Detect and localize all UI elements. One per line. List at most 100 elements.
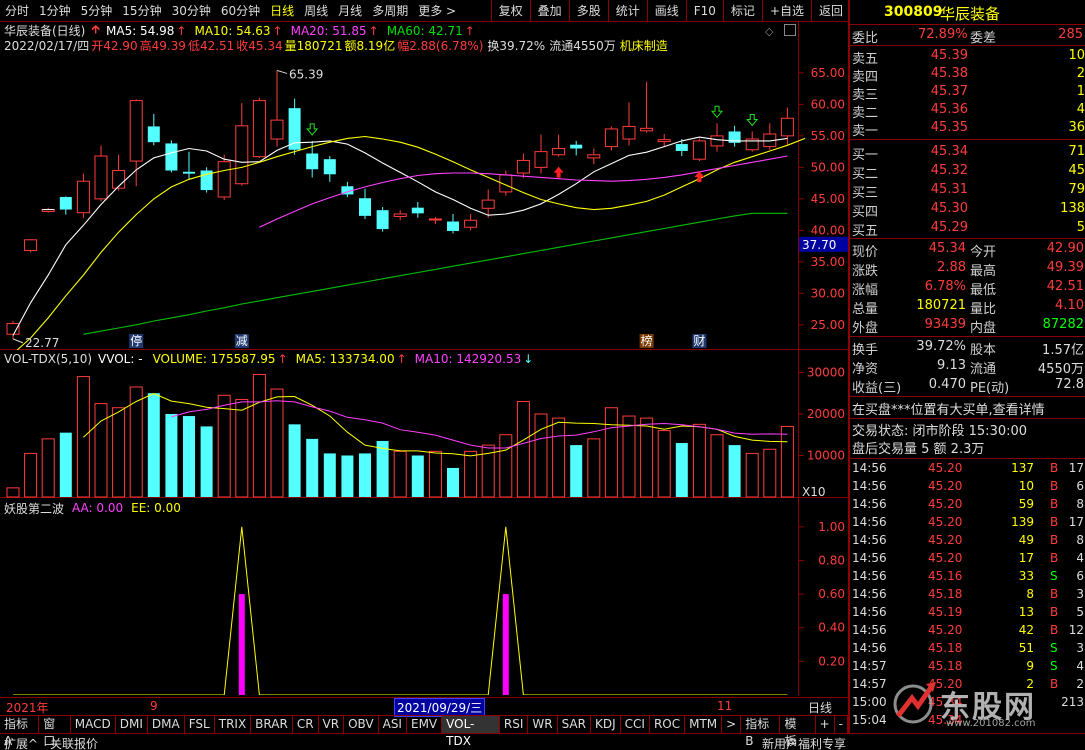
trade-side: B — [1050, 605, 1059, 619]
candle-body — [217, 161, 231, 198]
indicator-tab-22[interactable]: 指标B — [741, 716, 781, 748]
trade-side: B — [1050, 515, 1059, 529]
indicator-tab-11[interactable]: ASI — [379, 716, 407, 733]
trade-price: 45.20 — [928, 551, 963, 565]
trade-volume: 139 — [1011, 515, 1034, 529]
related-quotes-button[interactable]: 关联报价 — [50, 735, 98, 750]
time-axis: 2021年 9 2021/09/29/三 11 日线 — [0, 697, 848, 717]
toolbar-action-5[interactable]: F10 — [689, 0, 721, 22]
period-tab-10[interactable]: 更多 > — [413, 0, 461, 22]
sell-label: 卖一 — [852, 124, 879, 139]
period-tab-2[interactable]: 5分钟 — [76, 0, 118, 22]
toolbar-action-6[interactable]: 标记 — [726, 0, 760, 22]
indicator-tab-7[interactable]: BRAR — [251, 716, 293, 733]
sell-price: 45.36 — [930, 102, 968, 117]
toolbar-action-8[interactable]: 返回 — [814, 0, 848, 22]
trade-price: 45.18 — [928, 641, 963, 655]
toolbar-divider — [490, 0, 492, 22]
new-user-benefit-link[interactable]: 新用户福利专享 — [762, 735, 846, 750]
indicator-chart[interactable]: 1.00 0.80 0.60 0.40 0.20 — [0, 498, 848, 695]
trade-volume: 33 — [1018, 569, 1034, 583]
period-tab-5[interactable]: 60分钟 — [216, 0, 265, 22]
stock-code: 300809 — [884, 4, 943, 20]
trade-price: 45.20 — [928, 623, 963, 637]
expand-button[interactable]: 扩展^ — [4, 735, 38, 750]
sell-label: 卖五 — [852, 52, 879, 67]
stat-label: 最低 — [970, 283, 997, 298]
period-tab-1[interactable]: 1分钟 — [34, 0, 76, 22]
indicator-tab-13[interactable]: VOL-TDX — [442, 716, 500, 748]
candle — [165, 140, 178, 173]
indicator-tab-18[interactable]: CCI — [621, 716, 650, 733]
sell-label: 卖二 — [852, 106, 879, 121]
period-tab-7[interactable]: 周线 — [299, 0, 333, 22]
candle-body — [183, 171, 195, 174]
period-tab-6[interactable]: 日线 — [265, 0, 299, 22]
candle — [728, 125, 741, 147]
indicator-tab-6[interactable]: TRIX — [215, 716, 252, 733]
candle — [147, 113, 160, 146]
toolbar-action-1[interactable]: 叠加 — [533, 0, 567, 22]
volume-chart[interactable]: 30000 20000 10000 X10 — [0, 350, 848, 498]
buy-price: 45.32 — [930, 163, 968, 178]
indicator-tab-14[interactable]: RSI — [500, 716, 529, 733]
weibi-label: 委比 — [852, 31, 879, 46]
toolbar-action-4[interactable]: 画线 — [650, 0, 684, 22]
indicator-tab-5[interactable]: FSL — [185, 716, 215, 733]
stat-label: 涨幅 — [852, 283, 879, 298]
stat-label: 最高 — [970, 264, 997, 279]
stat-value: 4550万 — [1037, 362, 1084, 377]
trade-volume: 59 — [1018, 497, 1034, 511]
trade-count: 8 — [1076, 533, 1084, 547]
indicator-tab-2[interactable]: MACD — [71, 716, 116, 733]
indicator-tab-1[interactable]: 窗口 — [39, 716, 71, 748]
indicator-tab-25[interactable]: - — [835, 716, 849, 733]
indicator-tab-19[interactable]: ROC — [650, 716, 686, 733]
indicator-tab-9[interactable]: VR — [319, 716, 345, 733]
period-tab-3[interactable]: 15分钟 — [117, 0, 166, 22]
volume-bar — [780, 425, 794, 498]
indicator-tab-16[interactable]: SAR — [558, 716, 591, 733]
indicator-tab-24[interactable]: + — [816, 716, 835, 733]
indicator-tab-20[interactable]: MTM — [685, 716, 723, 733]
period-label: 日线 — [808, 701, 833, 715]
volume-bar — [341, 455, 354, 497]
period-tab-9[interactable]: 多周期 — [367, 0, 413, 22]
indicator-tab-4[interactable]: DMA — [148, 716, 185, 733]
stat-value: 87282 — [1042, 317, 1084, 332]
indicator-tab-8[interactable]: CR — [293, 716, 319, 733]
indicator-tab-0[interactable]: 指标A — [0, 716, 40, 748]
stat-label: 外盘 — [852, 321, 879, 336]
toolbar-action-7[interactable]: +自选 — [765, 0, 809, 22]
candle-body — [288, 108, 301, 150]
period-tab-0[interactable]: 分时 — [0, 0, 34, 22]
sell-signal-icon — [306, 123, 319, 136]
sell-signal-icon — [746, 113, 759, 127]
buy-price: 45.30 — [930, 201, 968, 216]
big-order-notice[interactable]: 在买盘***位置有大买单,查看详情 — [850, 399, 1085, 419]
stat-value: 93439 — [924, 317, 966, 332]
indicator-tab-15[interactable]: WR — [528, 716, 558, 733]
indicator-tab-17[interactable]: KDJ — [591, 716, 621, 733]
period-tab-8[interactable]: 月线 — [333, 0, 367, 22]
toolbar-action-2[interactable]: 多股 — [572, 0, 606, 22]
buy-label: 买二 — [852, 167, 879, 182]
time-axis-month1: 9 — [150, 699, 158, 713]
price-chart[interactable]: 65.00 60.00 55.00 50.00 45.00 40.00 35.00 30.00… — [0, 22, 848, 350]
stat-row: 收益(三) 0.470 PE(动) 72.8 — [850, 377, 1085, 396]
toolbar-divider — [810, 0, 812, 22]
indicator-tabs: 指标A 窗口 MACD DMI DMA FSL TRIX BRAR CR VR OBV ASI EMV V… — [0, 715, 849, 748]
period-tab-4[interactable]: 30分钟 — [167, 0, 216, 22]
indicator-tab-23[interactable]: 模 板 — [780, 716, 816, 748]
quote-title: 300809 华辰装备 — [850, 0, 1085, 25]
indicator-tab-10[interactable]: OBV — [344, 716, 379, 733]
indicator-tab-12[interactable]: EMV — [407, 716, 443, 733]
vvol-value: VVOL: - — [98, 352, 143, 366]
toolbar-action-3[interactable]: 统计 — [611, 0, 645, 22]
sell-orders: 卖五 45.39 10 卖四 45.38 2 卖三 45.37 1 卖二 45.36 4 卖一 45.35… — [850, 48, 1085, 140]
indicator-tab-21[interactable]: > — [722, 716, 742, 733]
indicator-tab-3[interactable]: DMI — [116, 716, 148, 733]
toolbar-action-0[interactable]: 复权 — [494, 0, 528, 22]
high-pointer — [276, 69, 288, 74]
candle-body — [710, 135, 724, 147]
